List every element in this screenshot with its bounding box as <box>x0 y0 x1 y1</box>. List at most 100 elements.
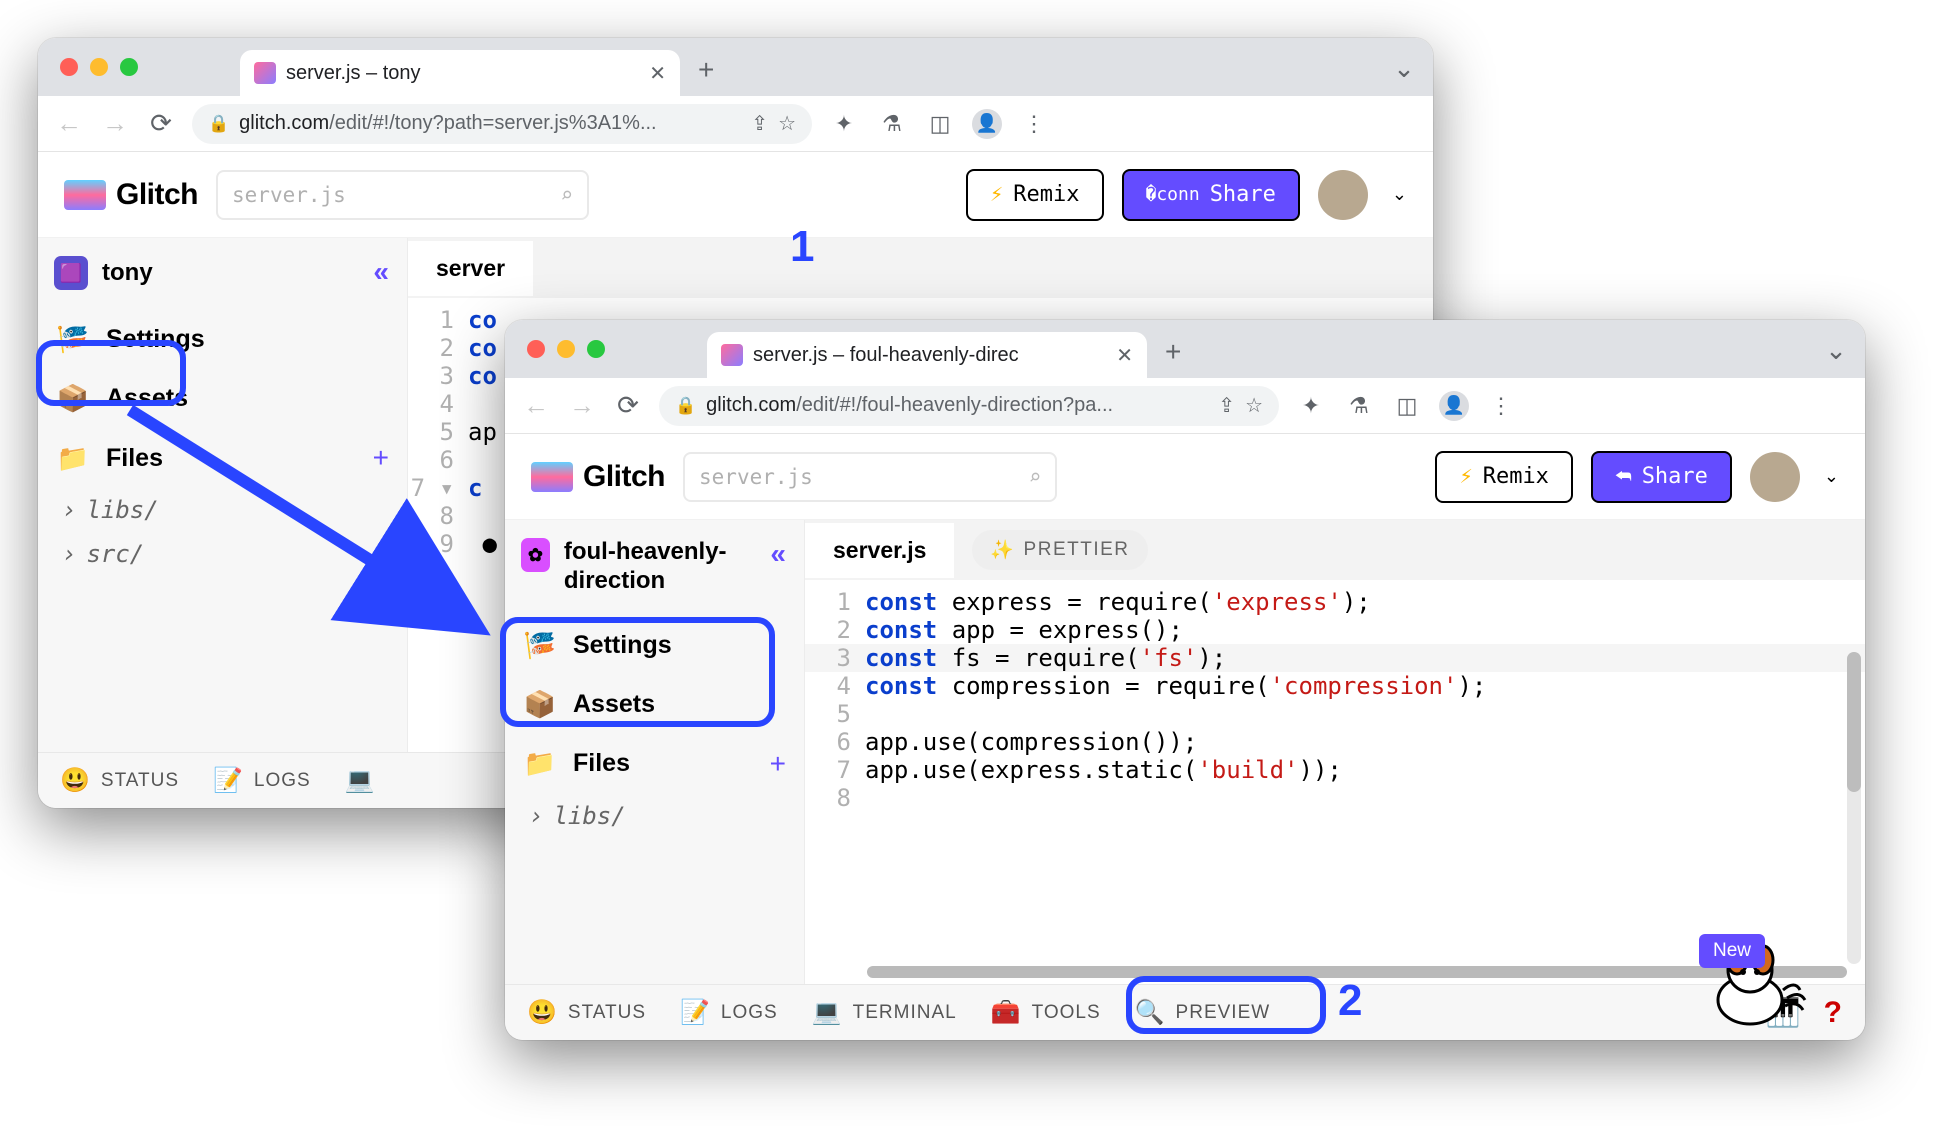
forward-icon[interactable]: → <box>567 390 597 421</box>
remix-button[interactable]: ⚡ Remix <box>966 169 1103 221</box>
chevron-down-icon[interactable]: ⌄ <box>1821 335 1851 366</box>
sidebar-item-settings[interactable]: 🎏 Settings <box>38 310 407 369</box>
folder-src[interactable]: ›src/ <box>38 532 407 576</box>
help-icon[interactable]: ? <box>1824 996 1843 1030</box>
extensions-icon[interactable]: ✦ <box>828 111 860 137</box>
close-tab-icon[interactable]: ✕ <box>1116 343 1133 368</box>
browser-tab[interactable]: server.js – tony ✕ <box>240 50 680 96</box>
sidebar-item-settings[interactable]: 🎏 Settings <box>505 616 804 675</box>
close-window-icon[interactable] <box>60 58 78 76</box>
new-tab-button[interactable]: + <box>1165 336 1181 368</box>
footer-logs[interactable]: 📝LOGS <box>680 998 778 1027</box>
share-button[interactable]: ⮪ Share <box>1591 451 1732 503</box>
reload-icon[interactable]: ⟳ <box>613 390 643 421</box>
user-avatar[interactable] <box>1750 452 1800 502</box>
star-icon[interactable]: ☆ <box>1245 393 1263 418</box>
share-url-icon[interactable]: ⇪ <box>751 111 768 136</box>
project-name-button[interactable]: 🟪 tony <box>38 246 407 300</box>
glitch-app: Glitch server.js ⌕ ⚡ Remix ⮪ Share ⌄ ✿ <box>505 434 1865 1040</box>
bolt-icon: ⚡ <box>1459 464 1472 489</box>
reload-icon[interactable]: ⟳ <box>146 108 176 139</box>
share-url-icon[interactable]: ⇪ <box>1218 393 1235 418</box>
close-window-icon[interactable] <box>527 340 545 358</box>
footer-logs[interactable]: 📝LOGS <box>213 766 311 795</box>
chevron-down-icon[interactable]: ⌄ <box>1389 53 1419 84</box>
sparkle-icon: ✨ <box>990 538 1015 562</box>
prettier-button[interactable]: ✨ PRETTIER <box>972 530 1147 570</box>
chevron-right-icon: › <box>62 496 76 524</box>
chevron-down-icon[interactable]: ⌄ <box>1824 466 1839 487</box>
footer-preview[interactable]: 🔍PREVIEW <box>1135 998 1271 1027</box>
back-icon[interactable]: ← <box>54 108 84 139</box>
browser-tab[interactable]: server.js – foul-heavenly-direc ✕ <box>707 332 1147 378</box>
folder-libs[interactable]: ›libs/ <box>505 794 804 838</box>
code-line[interactable]: 4const compression = require('compressio… <box>805 672 1865 700</box>
footer-status[interactable]: 😃STATUS <box>60 766 179 795</box>
file-tab-server[interactable]: server.js <box>805 523 954 578</box>
menu-icon[interactable]: ⋮ <box>1018 111 1050 137</box>
folder-libs[interactable]: ›libs/ <box>38 488 407 532</box>
sidebar-item-files[interactable]: 📁 Files + <box>505 734 804 794</box>
star-icon[interactable]: ☆ <box>778 111 796 136</box>
file-tab-server[interactable]: server <box>408 241 533 296</box>
code-line[interactable]: 8 <box>805 784 1865 812</box>
sidepanel-icon[interactable]: ◫ <box>924 111 956 137</box>
labs-icon[interactable]: ⚗ <box>876 111 908 137</box>
share-button[interactable]: �conn Share <box>1122 169 1300 221</box>
footer-terminal[interactable]: 💻 <box>345 766 376 795</box>
minimize-window-icon[interactable] <box>90 58 108 76</box>
editor: server.js ✨ PRETTIER 1const express = re… <box>805 520 1865 984</box>
menu-icon[interactable]: ⋮ <box>1485 393 1517 419</box>
url-input[interactable]: 🔒 glitch.com/edit/#!/tony?path=server.js… <box>192 104 812 144</box>
search-input[interactable]: server.js ⌕ <box>216 170 589 220</box>
footer-terminal[interactable]: 💻TERMINAL <box>812 998 957 1027</box>
sidepanel-icon[interactable]: ◫ <box>1391 393 1423 419</box>
footer-status[interactable]: 😃STATUS <box>527 998 646 1027</box>
line-number: 3 <box>408 362 468 390</box>
code-line[interactable]: 2const app = express(); <box>805 616 1865 644</box>
new-badge[interactable]: New <box>1699 934 1765 968</box>
sidebar-item-assets[interactable]: 📦 Assets <box>38 369 407 428</box>
forward-icon[interactable]: → <box>100 108 130 139</box>
chevron-down-icon[interactable]: ⌄ <box>1392 184 1407 205</box>
logo-text: Glitch <box>116 178 198 212</box>
collapse-sidebar-icon[interactable]: « <box>770 538 786 570</box>
code-text: co <box>468 362 497 390</box>
extensions-icon[interactable]: ✦ <box>1295 393 1327 419</box>
code-line[interactable]: 5 <box>805 700 1865 728</box>
footer-tools[interactable]: 🧰TOOLS <box>991 998 1101 1027</box>
sidebar-item-files[interactable]: 📁 Files + <box>38 428 407 488</box>
assets-icon: 📦 <box>523 689 557 720</box>
back-icon[interactable]: ← <box>521 390 551 421</box>
logo-text: Glitch <box>583 460 665 494</box>
close-tab-icon[interactable]: ✕ <box>649 61 666 86</box>
line-number: 6 <box>805 728 865 756</box>
logs-icon: 📝 <box>213 766 244 795</box>
line-number: 1 <box>805 588 865 616</box>
sidebar-item-assets[interactable]: 📦 Assets <box>505 675 804 734</box>
user-avatar[interactable] <box>1318 170 1368 220</box>
search-input[interactable]: server.js ⌕ <box>683 452 1057 502</box>
browser-tab-strip: server.js – foul-heavenly-direc ✕ + ⌄ <box>505 320 1865 378</box>
code-line[interactable]: 7app.use(express.static('build')); <box>805 756 1865 784</box>
minimize-window-icon[interactable] <box>557 340 575 358</box>
maximize-window-icon[interactable] <box>120 58 138 76</box>
new-tab-button[interactable]: + <box>698 54 714 86</box>
profile-icon[interactable]: 👤 <box>1439 391 1469 421</box>
glitch-logo[interactable]: Glitch <box>531 460 665 494</box>
add-file-icon[interactable]: + <box>373 442 389 474</box>
code-line[interactable]: 1const express = require('express'); <box>805 588 1865 616</box>
url-input[interactable]: 🔒 glitch.com/edit/#!/foul-heavenly-direc… <box>659 386 1279 426</box>
collapse-sidebar-icon[interactable]: « <box>373 256 389 288</box>
labs-icon[interactable]: ⚗ <box>1343 393 1375 419</box>
code-editor[interactable]: 1const express = require('express');2con… <box>805 580 1865 984</box>
add-file-icon[interactable]: + <box>770 748 786 780</box>
remix-button[interactable]: ⚡ Remix <box>1435 451 1572 503</box>
glitch-logo[interactable]: Glitch <box>64 178 198 212</box>
profile-icon[interactable]: 👤 <box>972 109 1002 139</box>
maximize-window-icon[interactable] <box>587 340 605 358</box>
project-name-button[interactable]: ✿ foul-heavenly-direction <box>505 528 804 606</box>
code-line[interactable]: 6app.use(compression()); <box>805 728 1865 756</box>
code-line[interactable]: 3const fs = require('fs'); <box>805 644 1865 672</box>
scrollbar-vertical[interactable] <box>1847 652 1861 964</box>
